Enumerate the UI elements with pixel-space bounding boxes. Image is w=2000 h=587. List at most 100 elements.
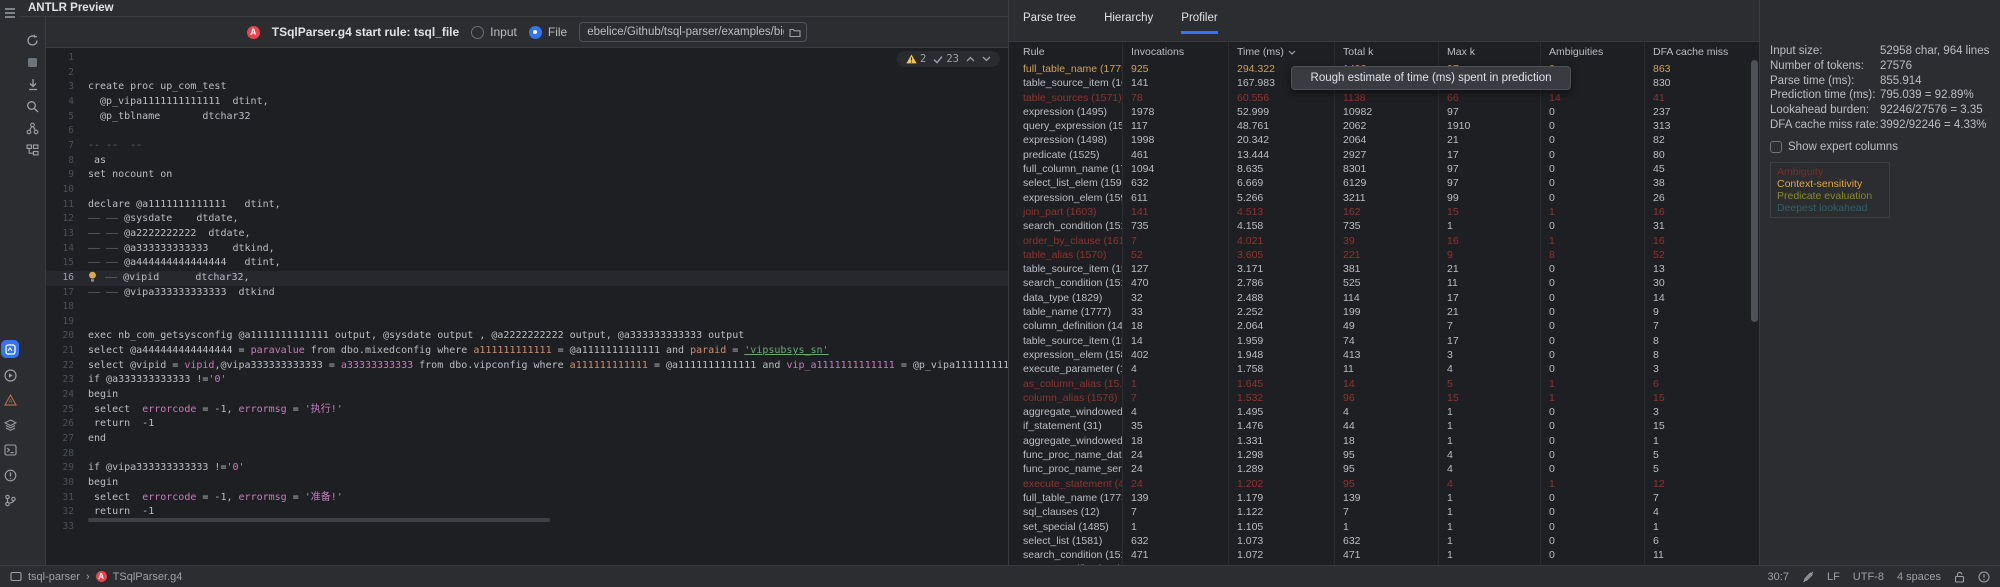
file-radio[interactable]: File bbox=[529, 25, 567, 39]
profiler-table[interactable]: RuleInvocationsTime (ms)Total kMax kAmbi… bbox=[1015, 42, 1759, 565]
profiler-table-row[interactable]: query_expression (1527)11748.76120621910… bbox=[1015, 119, 1759, 133]
refresh-icon[interactable] bbox=[22, 33, 44, 47]
profiler-table-row[interactable]: table_sources (1571)7860.5561138661441 bbox=[1015, 91, 1759, 105]
weak-warnings-indicator[interactable]: 23 bbox=[933, 53, 959, 65]
menu-icon[interactable] bbox=[1, 4, 19, 22]
grammar-warning-icon[interactable]: A bbox=[1, 391, 19, 409]
column-header-invocations[interactable]: Invocations bbox=[1123, 42, 1229, 62]
prev-problem-button[interactable] bbox=[966, 56, 975, 62]
folder-icon[interactable] bbox=[789, 27, 801, 38]
profiler-table-row[interactable]: column_alias (1576)71.5329615115 bbox=[1015, 391, 1759, 405]
profiler-table-row[interactable]: select_list (1581)6321.073632106 bbox=[1015, 534, 1759, 548]
profiler-table-row[interactable]: search_condition (1517)4702.78652511030 bbox=[1015, 276, 1759, 290]
unlock-icon[interactable] bbox=[1954, 571, 1965, 583]
file-path-field[interactable]: ebelice/Github/tsql-parser/examples/big.… bbox=[579, 22, 807, 42]
profiler-table-row[interactable]: search_condition (1519)7354.1587351031 bbox=[1015, 219, 1759, 233]
code-line[interactable]: 33 bbox=[46, 520, 1008, 535]
profiler-table-row[interactable]: column_definition (1421)182.06449707 bbox=[1015, 319, 1759, 333]
structure-icon[interactable] bbox=[22, 143, 44, 157]
profiler-table-row[interactable]: predicate (1525)46113.444292717080 bbox=[1015, 148, 1759, 162]
code-line[interactable]: 6 bbox=[46, 124, 1008, 139]
profiler-table-row[interactable]: join_part (1603)1414.51316215116 bbox=[1015, 205, 1759, 219]
file-radio-label[interactable]: File bbox=[548, 25, 567, 39]
radio-off-icon[interactable] bbox=[471, 26, 484, 39]
column-header-time-ms-[interactable]: Time (ms) bbox=[1229, 42, 1335, 62]
code-line[interactable]: 3create proc up_com_test bbox=[46, 80, 1008, 95]
tab-parse-tree[interactable]: Parse tree bbox=[1023, 12, 1076, 34]
code-line[interactable]: 16 —— @vipid dtchar32, bbox=[46, 271, 1008, 286]
checkbox-label[interactable]: Show expert columns bbox=[1788, 141, 1898, 153]
terminal-icon[interactable] bbox=[1, 441, 19, 459]
code-line[interactable]: 31 select errorcode = -1, errormsg = '准备… bbox=[46, 491, 1008, 506]
project-name[interactable]: tsql-parser bbox=[28, 571, 80, 583]
problems-icon[interactable] bbox=[1, 466, 19, 484]
code-line[interactable]: 5 @p_tblname dtchar32 bbox=[46, 110, 1008, 125]
run-icon[interactable] bbox=[1, 366, 19, 384]
search-icon[interactable] bbox=[22, 99, 44, 113]
profiler-table-row[interactable]: as_column_alias (15...11.64514516 bbox=[1015, 377, 1759, 391]
profiler-table-row[interactable]: expression (1495)197852.99910982970237 bbox=[1015, 105, 1759, 119]
profiler-table-row[interactable]: aggregate_windowed...41.4954103 bbox=[1015, 405, 1759, 419]
code-line[interactable]: 7-- -- -- bbox=[46, 139, 1008, 154]
profiler-table-row[interactable]: if_statement (31)351.476441015 bbox=[1015, 419, 1759, 433]
profiler-table-row[interactable]: expression (1498)199820.342206421082 bbox=[1015, 133, 1759, 147]
code-line[interactable]: 22select @vipid = vipid,@vipa33333333333… bbox=[46, 359, 1008, 374]
profiler-table-row[interactable]: full_column_name (17...10948.63583019704… bbox=[1015, 162, 1759, 176]
profiler-table-row[interactable]: sql_clauses (12)71.1227104 bbox=[1015, 505, 1759, 519]
stop-icon[interactable] bbox=[22, 55, 44, 69]
line-ending-widget[interactable]: LF bbox=[1827, 571, 1840, 583]
version-control-icon[interactable] bbox=[1, 491, 19, 509]
code-line[interactable]: 15—— —— @a444444444444444 dtint, bbox=[46, 256, 1008, 271]
code-line[interactable]: 26 return -1 bbox=[46, 417, 1008, 432]
profiler-table-row[interactable]: expression_elem (1589)4021.948413308 bbox=[1015, 348, 1759, 362]
profiler-table-row[interactable]: set_special (1485)11.1051101 bbox=[1015, 520, 1759, 534]
code-line[interactable]: 11declare @a1111111111111 dtint, bbox=[46, 198, 1008, 213]
column-header-dfa-cache-miss[interactable]: DFA cache miss bbox=[1645, 42, 1759, 62]
profiler-table-row[interactable]: func_proc_name_data...241.29895405 bbox=[1015, 448, 1759, 462]
code-line[interactable]: 8 as bbox=[46, 154, 1008, 169]
tab-profiler[interactable]: Profiler bbox=[1181, 12, 1217, 34]
profiler-table-row[interactable]: table_source_item (15...141.959741708 bbox=[1015, 334, 1759, 348]
code-line[interactable]: 4 @p_vipa1111111111111 dtint, bbox=[46, 95, 1008, 110]
code-line[interactable]: 10 bbox=[46, 183, 1008, 198]
profiler-table-row[interactable]: data_type (1829)322.48811417014 bbox=[1015, 291, 1759, 305]
current-file-name[interactable]: TSqlParser.g4 bbox=[113, 571, 183, 583]
column-header-rule[interactable]: Rule bbox=[1015, 42, 1123, 62]
layers-icon[interactable] bbox=[1, 416, 19, 434]
code-line[interactable]: 1 bbox=[46, 51, 1008, 66]
profiler-table-row[interactable]: func_proc_name_serv...241.28995405 bbox=[1015, 462, 1759, 476]
profiler-table-row[interactable]: table_name (1777)332.2521992109 bbox=[1015, 305, 1759, 319]
column-header-ambiguities[interactable]: Ambiguities bbox=[1541, 42, 1645, 62]
input-radio-label[interactable]: Input bbox=[490, 25, 517, 39]
code-line[interactable]: 23if @a333333333333 !='0' bbox=[46, 373, 1008, 388]
checkbox-icon[interactable] bbox=[1770, 141, 1782, 153]
show-expert-columns-checkbox[interactable]: Show expert columns bbox=[1770, 141, 1993, 153]
scroll-to-source-icon[interactable] bbox=[22, 77, 44, 91]
profiler-table-row[interactable]: order_by_clause (1611)74.0213916116 bbox=[1015, 234, 1759, 248]
readonly-pencil-icon[interactable] bbox=[1802, 571, 1814, 583]
profiler-table-row[interactable]: execute_statement (4...241.202954112 bbox=[1015, 477, 1759, 491]
column-header-max-k[interactable]: Max k bbox=[1439, 42, 1541, 62]
notifications-icon[interactable] bbox=[1978, 571, 1990, 583]
indent-widget[interactable]: 4 spaces bbox=[1897, 571, 1941, 583]
inspection-widget[interactable]: 2 23 bbox=[897, 51, 1000, 67]
encoding-widget[interactable]: UTF-8 bbox=[1853, 571, 1884, 583]
line-column-widget[interactable]: 30:7 bbox=[1768, 571, 1789, 583]
code-line[interactable]: 17—— —— @vipa333333333333 dtkind bbox=[46, 286, 1008, 301]
code-line[interactable]: 2 bbox=[46, 66, 1008, 81]
profiler-table-row[interactable]: table_alias (1570)523.6052219852 bbox=[1015, 248, 1759, 262]
profiler-table-row[interactable]: search_condition (1516)4711.0724711011 bbox=[1015, 548, 1759, 562]
profiler-table-row[interactable]: execute_parameter (1...41.75811403 bbox=[1015, 362, 1759, 376]
code-editor[interactable]: 123create proc up_com_test4 @p_vipa11111… bbox=[46, 48, 1008, 565]
antlr-preview-tool-icon[interactable] bbox=[1, 340, 19, 358]
call-graph-icon[interactable] bbox=[22, 121, 44, 135]
code-line[interactable]: 12—— —— @sysdate dtdate, bbox=[46, 212, 1008, 227]
profiler-table-row[interactable]: aggregate_windowed...181.33118101 bbox=[1015, 434, 1759, 448]
tab-hierarchy[interactable]: Hierarchy bbox=[1104, 12, 1153, 34]
code-line[interactable]: 30begin bbox=[46, 476, 1008, 491]
code-line[interactable]: 29if @vipa333333333333 !='0' bbox=[46, 461, 1008, 476]
code-line[interactable]: 24begin bbox=[46, 388, 1008, 403]
profiler-table-row[interactable]: select_list_elem (1592)6326.669612997038 bbox=[1015, 176, 1759, 190]
warnings-indicator[interactable]: 2 bbox=[906, 53, 926, 65]
radio-on-icon[interactable] bbox=[529, 26, 542, 39]
